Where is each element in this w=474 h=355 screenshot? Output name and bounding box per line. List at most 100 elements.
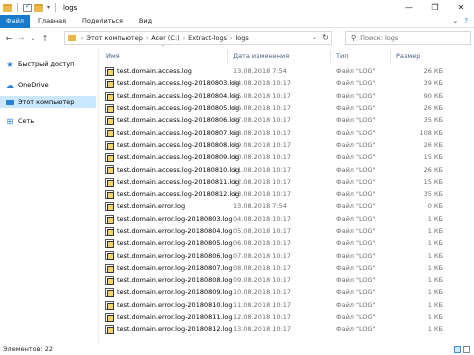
recent-locations-icon[interactable]: ⌄ [27,35,39,42]
file-name: test.domain.access.log-20180806.log [117,116,240,125]
file-type: Файл "LOG" [336,276,376,285]
expand-ribbon-icon[interactable]: ⌄ [452,17,458,25]
new-folder-icon[interactable] [34,3,43,12]
file-type: Файл "LOG" [336,227,376,235]
file-row[interactable]: test.domain.access.log-20180804.log 05.08… [101,90,473,102]
nav-item-quick-access[interactable]: ★ Быстрый доступ [0,58,96,70]
file-row[interactable]: test.domain.error.log-20180809.log 10.08.… [101,286,473,298]
file-size: 108 КБ [419,128,443,137]
refresh-icon[interactable]: ↻ [322,33,329,42]
log-file-icon [105,251,114,261]
file-name: test.domain.access.log-20180809.log [117,153,240,162]
details-view-icon[interactable] [454,346,461,353]
close-button[interactable]: ✕ [448,0,474,15]
file-date: 05.08.2018 10:17 [233,227,292,235]
network-icon: ⊞ [6,116,14,126]
file-date: 10.08.2018 10:17 [233,153,292,162]
column-header-date[interactable]: Дата изменения [228,50,331,63]
file-row[interactable]: test.domain.access.log-20180806.log 07.08… [101,114,473,126]
file-size: 15 КБ [423,153,443,162]
log-file-icon [105,103,114,113]
column-header-name[interactable]: Имя [101,50,228,63]
nav-item-label: OneDrive [18,81,49,89]
file-size: 90 КБ [423,91,443,100]
file-row[interactable]: test.domain.access.log-20180807.log 08.08… [101,126,473,138]
chevron-right-icon: › [145,34,149,42]
breadcrumb-this-pc[interactable]: Этот компьютер [86,34,142,42]
file-row[interactable]: test.domain.access.log-20180803.log 04.08… [101,77,473,89]
tab-file[interactable]: Файл [0,14,30,28]
file-row[interactable]: test.domain.error.log-20180804.log 05.08.… [101,225,473,237]
file-size: 1 КБ [427,325,443,334]
file-row[interactable]: test.domain.error.log-20180808.log 09.08.… [101,274,473,286]
file-row[interactable]: test.domain.error.log 13.08.2018 7:54 Файл… [101,200,473,212]
tab-home[interactable]: Главная [30,15,74,28]
breadcrumb-extract-logs[interactable]: Extract-logs [188,34,227,42]
large-icons-view-icon[interactable] [463,346,470,353]
tab-view[interactable]: Вид [131,15,160,28]
file-date: 07.08.2018 10:17 [233,251,292,260]
tab-share[interactable]: Поделиться [74,15,131,28]
file-name: test.domain.error.log-20180806.log [117,251,233,260]
file-date: 13.08.2018 10:17 [233,190,292,199]
file-row[interactable]: test.domain.access.log-20180808.log 09.08… [101,139,473,151]
pane-divider[interactable] [98,48,99,344]
breadcrumb-logs[interactable]: logs [235,34,248,42]
file-row[interactable]: test.domain.error.log-20180805.log 06.08.… [101,237,473,249]
properties-icon[interactable] [23,2,32,12]
nav-item-this-pc[interactable]: Этот компьютер [0,96,96,108]
file-date: 08.08.2018 10:17 [233,128,292,137]
address-dropdown-icon[interactable]: ⌄ [312,34,317,41]
file-row[interactable]: test.domain.access.log-20180805.log 06.08… [101,102,473,114]
help-icon[interactable]: ? [464,17,468,25]
file-row[interactable]: test.domain.error.log-20180811.log 12.08.… [101,311,473,323]
log-file-icon [105,91,114,101]
file-name: test.domain.error.log [117,202,186,211]
nav-item-onedrive[interactable]: ☁ OneDrive [0,79,96,91]
file-size: 15 КБ [423,177,443,186]
file-date: 11.08.2018 10:17 [233,165,292,174]
log-file-icon [105,79,114,89]
file-size: 35 КБ [423,116,443,125]
file-name: test.domain.access.log-20180805.log [117,104,240,113]
log-file-icon [105,153,114,163]
file-row[interactable]: test.domain.error.log-20180803.log 04.08.… [101,213,473,225]
file-size: 0 КБ [427,202,443,211]
file-row[interactable]: test.domain.error.log-20180810.log 11.08.… [101,299,473,311]
file-type: Файл "LOG" [336,177,376,186]
forward-arrow-icon[interactable]: → [15,34,27,43]
back-arrow-icon[interactable]: ← [3,34,15,43]
minimize-button[interactable]: — [396,0,422,15]
log-file-icon [105,177,114,187]
search-input[interactable]: ⚲ Поиск: logs [345,31,471,45]
nav-item-label: Быстрый доступ [18,60,75,68]
breadcrumb-drive[interactable]: Acer (C:) [151,34,179,42]
file-row[interactable]: test.domain.access.log-20180810.log 11.08… [101,163,473,175]
file-row[interactable]: test.domain.access.log 13.08.2018 7:54 Фай… [101,65,473,77]
file-row[interactable]: test.domain.access.log-20180811.log 12.08… [101,176,473,188]
column-header-type[interactable]: Тип [331,50,391,63]
file-row[interactable]: test.domain.access.log-20180812.log 13.08… [101,188,473,200]
file-name: test.domain.error.log-20180810.log [117,300,233,309]
up-arrow-icon[interactable]: ↑ [39,34,51,43]
file-size: 26 КБ [423,67,443,76]
customize-toolbar-icon[interactable]: ▾ [47,4,50,11]
file-row[interactable]: test.domain.error.log-20180807.log 08.08.… [101,262,473,274]
log-file-icon [105,128,114,138]
folder-icon [3,3,12,12]
column-header-size[interactable]: Размер [391,50,443,63]
file-name: test.domain.error.log-20180805.log [117,239,233,248]
file-type: Файл "LOG" [336,239,376,248]
computer-icon [6,99,14,105]
address-bar[interactable]: › Этот компьютер › Acer (C:) › Extract-l… [64,31,332,45]
file-row[interactable]: test.domain.error.log-20180806.log 07.08.… [101,249,473,261]
file-row[interactable]: test.domain.error.log-20180812.log 13.08.… [101,323,473,335]
file-row[interactable]: test.domain.access.log-20180809.log 10.08… [101,151,473,163]
maximize-button[interactable]: ❐ [422,0,448,15]
file-date: 13.08.2018 7:54 [233,67,287,76]
file-name: test.domain.error.log-20180804.log [117,227,233,235]
nav-item-network[interactable]: ⊞ Сеть [0,115,96,127]
file-date: 12.08.2018 10:17 [233,313,292,322]
file-date: 05.08.2018 10:17 [233,91,292,100]
file-type: Файл "LOG" [336,214,376,223]
